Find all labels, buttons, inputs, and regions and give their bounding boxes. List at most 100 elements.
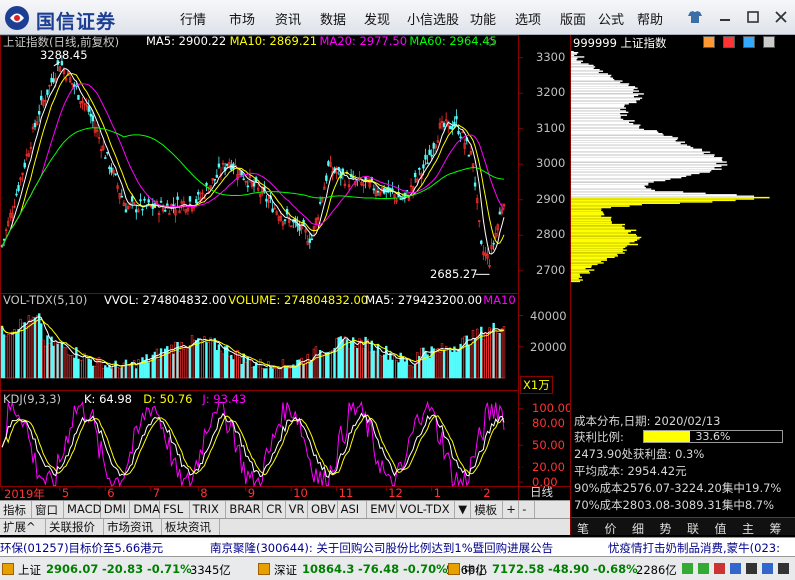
extension-tab-1[interactable]: 关联报价 bbox=[46, 519, 104, 535]
chart-option-icon[interactable]: ◇ bbox=[486, 34, 495, 48]
candle-body bbox=[135, 209, 138, 213]
volume-bar bbox=[73, 357, 76, 379]
indicator-tab-5[interactable]: FSL bbox=[160, 501, 190, 518]
indicator-tab-11[interactable]: ASI bbox=[338, 501, 368, 518]
indicator-tab-16[interactable]: + bbox=[503, 501, 520, 518]
menu-8[interactable]: 版面 bbox=[560, 9, 586, 28]
indicator-tab-7[interactable]: BRAR bbox=[226, 501, 264, 518]
volume-bar bbox=[428, 357, 431, 379]
menu-4[interactable]: 发现 bbox=[364, 9, 390, 28]
wifi-icon[interactable] bbox=[698, 563, 709, 574]
candle-body bbox=[230, 164, 233, 171]
indicator-tab-1[interactable]: 窗口 bbox=[32, 501, 64, 518]
indicator-tab-15[interactable]: 模板 bbox=[471, 501, 504, 518]
menu-10[interactable]: 帮助 bbox=[637, 9, 663, 28]
alarm-icon[interactable] bbox=[730, 563, 741, 574]
ticker-item-1[interactable]: 南京聚隆(300644): 关于回购公司股份比例达到1%暨回购进展公告 bbox=[210, 540, 553, 556]
kdj-legend-1: D: 50.76 bbox=[143, 392, 193, 406]
candle-body bbox=[120, 195, 124, 198]
lock-icon[interactable] bbox=[746, 563, 757, 574]
shirt-icon[interactable] bbox=[686, 8, 704, 26]
calc-icon[interactable] bbox=[763, 36, 775, 48]
bar-icon[interactable] bbox=[682, 563, 693, 574]
menu-2[interactable]: 资讯 bbox=[275, 9, 301, 28]
right-tab-7[interactable]: 筹 bbox=[770, 520, 782, 537]
indicator-tab-10[interactable]: OBV bbox=[308, 501, 338, 518]
volume-bar bbox=[197, 338, 200, 379]
indicator-tab-0[interactable]: 指标 bbox=[0, 501, 32, 518]
date-tick: 1 bbox=[433, 486, 442, 500]
menu-6[interactable]: 功能 bbox=[470, 9, 496, 28]
price-tick: 3000 bbox=[536, 156, 566, 171]
indicator-tab-12[interactable]: EMV bbox=[367, 501, 397, 518]
indicator-tab-3[interactable]: DMI bbox=[101, 501, 131, 518]
candle-body bbox=[498, 211, 502, 215]
right-tab-6[interactable]: 主 bbox=[742, 520, 754, 537]
candle-body bbox=[141, 208, 144, 211]
arrow-icon[interactable] bbox=[743, 36, 755, 48]
candle-body bbox=[271, 208, 274, 213]
chart-area[interactable] bbox=[0, 35, 570, 535]
index-volume-2: 2286亿 bbox=[636, 563, 677, 577]
volume-bar bbox=[403, 361, 407, 379]
volume-bar bbox=[56, 343, 59, 379]
indicator-tab-2[interactable]: MACD bbox=[64, 501, 101, 518]
index-name-2[interactable]: 中小 bbox=[464, 562, 487, 578]
volume-bar bbox=[0, 325, 4, 379]
indicator-tab-17[interactable]: - bbox=[519, 501, 536, 518]
index-volume-0: 3345亿 bbox=[190, 563, 231, 577]
extension-tab-2[interactable]: 市场资讯 bbox=[104, 519, 162, 535]
right-tab-0[interactable]: 笔 bbox=[577, 520, 589, 537]
news-icon[interactable] bbox=[714, 563, 725, 574]
extension-tab-3[interactable]: 板块资讯 bbox=[162, 519, 220, 535]
speaker-icon[interactable] bbox=[762, 563, 773, 574]
volume-bar bbox=[213, 338, 216, 379]
extension-tab-0[interactable]: 扩展^ bbox=[0, 519, 46, 535]
indicator-tab-8[interactable]: CR bbox=[263, 501, 286, 518]
right-tab-2[interactable]: 细 bbox=[632, 520, 644, 537]
volume-tick: 20000 bbox=[530, 339, 567, 354]
index-name-0[interactable]: 上证 bbox=[18, 562, 41, 578]
right-tab-4[interactable]: 联 bbox=[687, 520, 699, 537]
indicator-tab-4[interactable]: DMA bbox=[130, 501, 160, 518]
indicator-tab-6[interactable]: TRIX bbox=[190, 501, 227, 518]
index-icon bbox=[2, 563, 14, 575]
menu-3[interactable]: 数据 bbox=[320, 9, 346, 28]
volume-bar bbox=[372, 350, 376, 379]
volume-bar bbox=[50, 336, 53, 379]
right-tab-3[interactable]: 势 bbox=[660, 520, 672, 537]
date-tick: 9 bbox=[247, 486, 256, 500]
volume-bar bbox=[376, 343, 380, 379]
volume-bar bbox=[147, 362, 150, 379]
volume-bar bbox=[318, 349, 322, 379]
flag-icon[interactable] bbox=[723, 36, 735, 48]
volume-bar bbox=[430, 346, 433, 379]
news-ticker[interactable]: 环保(01257)目标价至5.66港元 南京聚隆(300644): 关于回购公司股… bbox=[0, 537, 795, 556]
menu-0[interactable]: 行情 bbox=[180, 9, 206, 28]
doc-icon[interactable] bbox=[703, 36, 715, 48]
maximize-icon[interactable] bbox=[744, 8, 762, 26]
candle-body bbox=[325, 175, 328, 181]
minimize-icon[interactable] bbox=[716, 8, 734, 26]
menu-5[interactable]: 小信选股 bbox=[407, 9, 459, 28]
period-label[interactable]: 日线 bbox=[530, 484, 553, 500]
ticker-item-2[interactable]: 忧疫情打击奶制品消费,蒙牛(023: bbox=[608, 540, 780, 556]
right-tab-1[interactable]: 价 bbox=[605, 520, 617, 537]
user-icon[interactable] bbox=[778, 563, 789, 574]
menu-1[interactable]: 市场 bbox=[229, 9, 255, 28]
right-tab-5[interactable]: 值 bbox=[715, 520, 727, 537]
indicator-tab-14[interactable]: ▼ bbox=[455, 501, 472, 518]
menu-7[interactable]: 选项 bbox=[515, 9, 541, 28]
candle-body bbox=[213, 178, 216, 181]
indicator-tab-9[interactable]: VR bbox=[286, 501, 308, 518]
volume-bar bbox=[451, 351, 454, 379]
volume-legend-1: VOLUME: 274804832.00 bbox=[228, 293, 369, 307]
close-icon[interactable] bbox=[772, 8, 790, 26]
indicator-tab-13[interactable]: VOL-TDX bbox=[397, 501, 456, 518]
ticker-item-0[interactable]: 环保(01257)目标价至5.66港元 bbox=[0, 540, 163, 556]
index-name-1[interactable]: 深证 bbox=[274, 562, 297, 578]
candle-body bbox=[143, 198, 146, 201]
menu-9[interactable]: 公式 bbox=[598, 9, 624, 28]
volume-bar bbox=[370, 340, 373, 379]
volume-bar bbox=[351, 337, 355, 379]
